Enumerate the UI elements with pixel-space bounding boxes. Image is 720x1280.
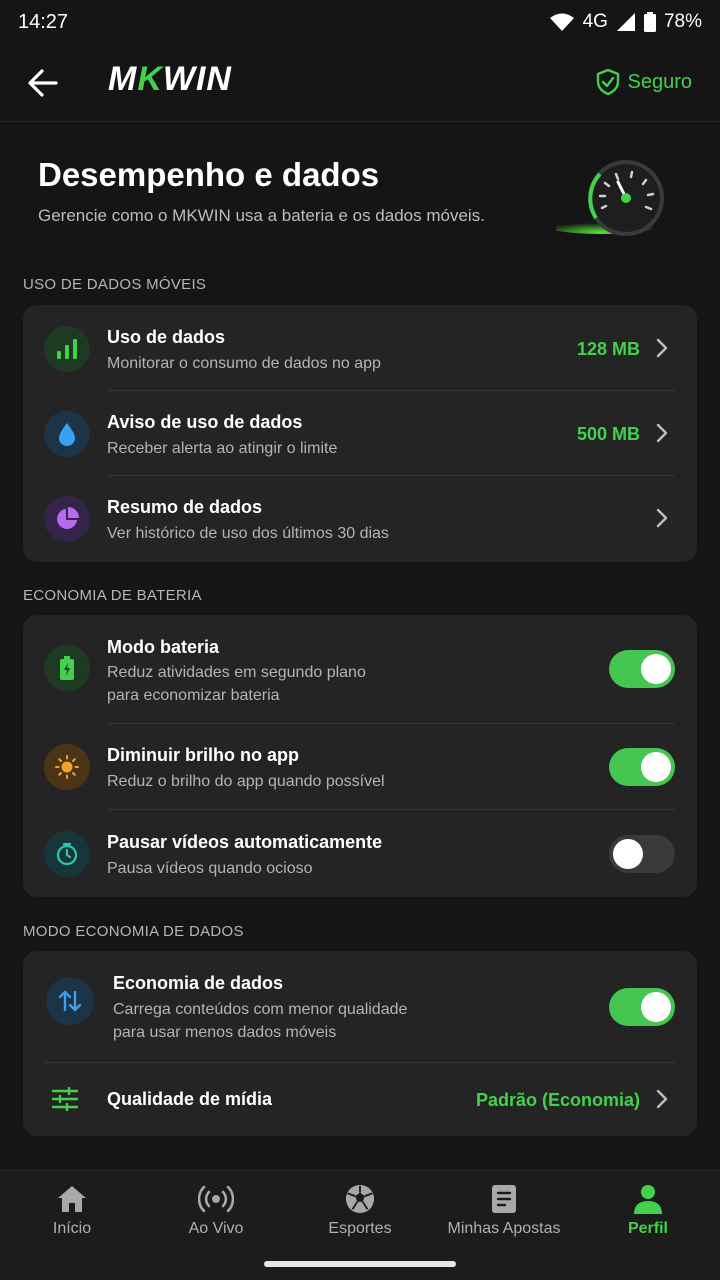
signal-icon [616,13,635,31]
home-icon [58,1186,86,1212]
shield-check-icon [596,68,619,96]
row-subtitle: Pausa vídeos quando ocioso [107,860,313,877]
row-subtitle: Monitorar o consumo de dados no app [107,355,381,372]
battery-mode-row: Modo bateria Reduz atividades em segundo… [23,615,697,723]
pause-videos-row: Pausar vídeos automaticamente Pausa víde… [23,810,697,897]
chevron-right-icon [656,508,668,528]
nav-item-profile[interactable]: Perfil [576,1171,720,1261]
data-saver-card: Economia de dados Carrega conteúdos com … [23,951,697,1136]
mobile-data-card: Uso de dados Monitorar o consumo de dado… [23,305,697,562]
live-icon [198,1185,234,1213]
data-summary-row[interactable]: Resumo de dados Ver histórico de uso dos… [23,476,697,562]
nav-label: Esportes [328,1220,392,1237]
secure-badge[interactable]: Seguro [596,68,693,96]
section-title-battery: ECONOMIA DE BATERIA [23,587,202,604]
chevron-right-icon [656,1089,668,1109]
data-usage-row[interactable]: Uso de dados Monitorar o consumo de dado… [23,305,697,390]
secure-label: Seguro [627,70,693,93]
row-subtitle: Ver histórico de uso dos últimos 30 dias [107,525,389,542]
data-usage-value: 128 MB [576,339,640,359]
row-title: Diminuir brilho no app [107,745,299,765]
status-bar: 14:27 4G 78% [0,0,720,44]
media-quality-value: Padrão (Economia) [475,1090,640,1110]
section-title-mobile-data: USO DE DADOS MÓVEIS [23,276,207,293]
row-title: Pausar vídeos automaticamente [107,832,383,852]
back-arrow-icon[interactable] [26,66,60,100]
row-title: Economia de dados [113,973,284,993]
dim-brightness-toggle[interactable] [609,748,675,786]
wifi-icon [549,13,574,31]
nav-label: Início [52,1220,92,1237]
row-title: Resumo de dados [107,497,263,517]
row-subtitle: Reduz o brilho do app quando possível [107,773,385,790]
row-title: Modo bateria [107,637,220,657]
battery-percent: 78% [663,11,702,32]
row-subtitle: Carrega conteúdos com menor qualidade pa… [113,1001,408,1041]
dim-brightness-row: Diminuir brilho no app Reduz o brilho do… [23,724,697,810]
nav-item-sports[interactable]: Esportes [288,1171,432,1261]
soccer-ball-icon [345,1184,375,1214]
page-subtitle: Gerencie como o MKWIN usa a bateria e os… [38,206,485,225]
data-saver-toggle[interactable] [609,988,675,1026]
timer-icon [44,831,90,877]
drop-icon [44,411,90,457]
hero-section: Desempenho e dados Gerencie como o MKWIN… [0,122,720,262]
bets-icon [492,1185,516,1213]
row-title: Qualidade de mídia [107,1089,273,1109]
profile-icon [634,1185,662,1214]
row-title: Uso de dados [107,327,226,347]
status-icons: 4G 78% [549,11,702,33]
status-time: 14:27 [18,10,69,33]
brand-logo: MKWIN [108,60,232,98]
chevron-right-icon [656,338,668,358]
home-indicator[interactable] [264,1261,456,1267]
speedometer-icon [556,160,664,236]
network-type: 4G [582,11,608,32]
data-saver-row: Economia de dados Carrega conteúdos com … [23,951,697,1062]
chevron-right-icon [656,423,668,443]
sun-icon [44,744,90,790]
nav-item-my-bets[interactable]: Minhas Apostas [432,1171,576,1261]
page-title: Desempenho e dados [38,156,380,193]
app-header: MKWIN Seguro [0,44,720,122]
data-warning-row[interactable]: Aviso de uso de dados Receber alerta ao … [23,391,697,476]
row-subtitle: Receber alerta ao atingir o limite [107,440,338,457]
row-title: Aviso de uso de dados [107,412,303,432]
pause-videos-toggle[interactable] [609,835,675,873]
sliders-icon [52,1087,78,1111]
battery-status-icon [643,12,656,32]
battery-card: Modo bateria Reduz atividades em segundo… [23,615,697,897]
nav-label: Minhas Apostas [447,1220,561,1237]
nav-label: Ao Vivo [188,1220,244,1237]
nav-item-home[interactable]: Início [0,1171,144,1261]
row-subtitle: Reduz atividades em segundo plano para e… [107,664,366,704]
section-title-data-saver: MODO ECONOMIA DE DADOS [23,923,244,940]
nav-item-live[interactable]: Ao Vivo [144,1171,288,1261]
battery-mode-toggle[interactable] [609,650,675,688]
data-warning-value: 500 MB [576,424,640,444]
bar-chart-icon [44,326,90,372]
battery-icon [44,645,90,691]
pie-chart-icon [44,496,90,542]
arrows-updown-icon [46,977,94,1025]
media-quality-row[interactable]: Qualidade de mídia Padrão (Economia) [23,1063,697,1136]
nav-label: Perfil [627,1220,668,1237]
